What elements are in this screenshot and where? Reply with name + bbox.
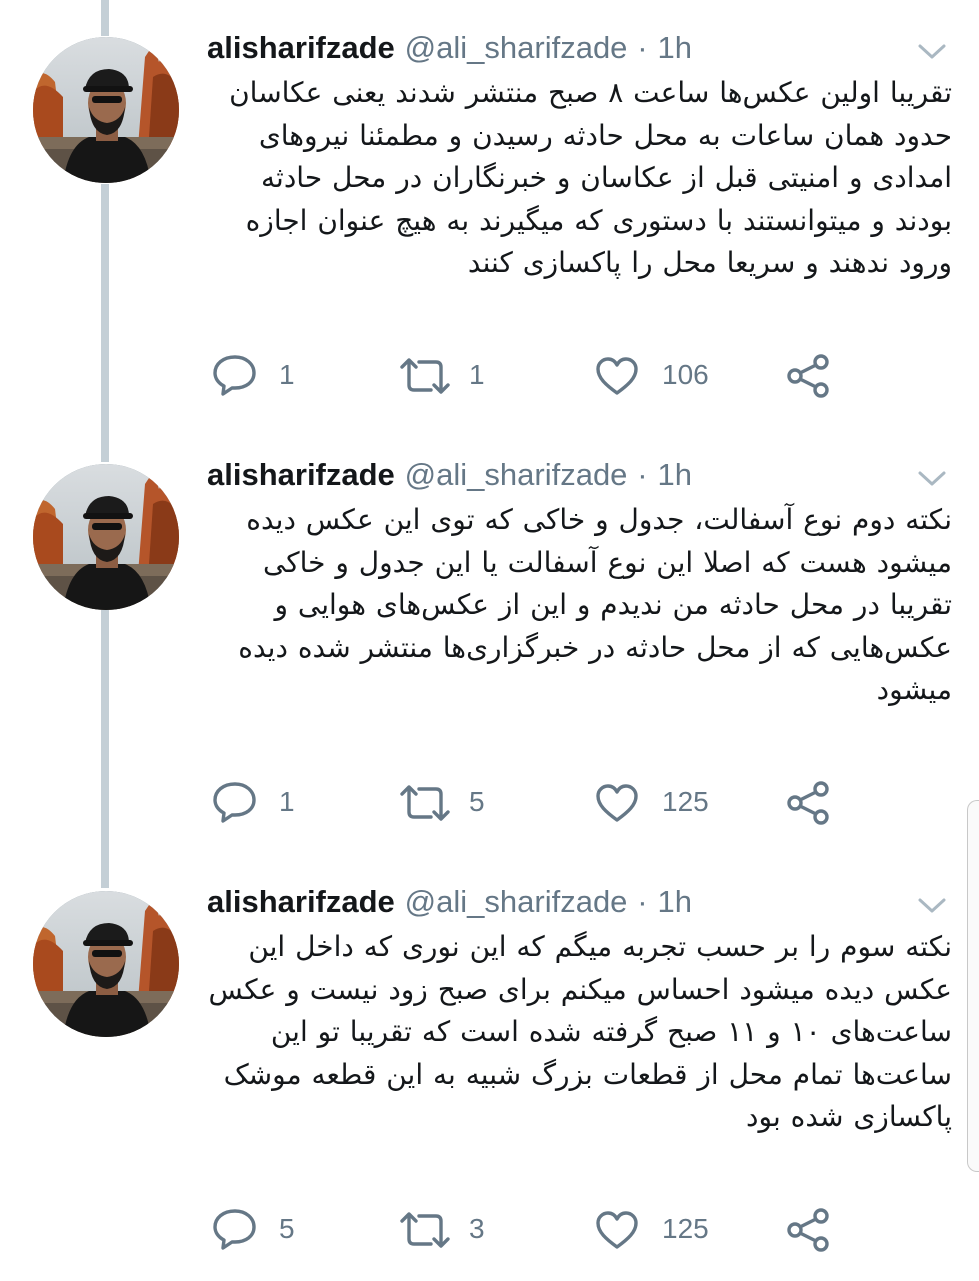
like-count: 125 [662, 786, 709, 817]
user-handle[interactable]: @ali_sharifzade [405, 30, 628, 65]
tweet-text-line: ساعت‌ها تمام محل از قطعات بزرگ شبیه به ا… [223, 1057, 952, 1091]
separator-dot: · [637, 457, 648, 492]
tweet-text-line: بودند و میتوانستند با دستوری که میگیرند … [245, 203, 952, 237]
reply-icon[interactable] [212, 1207, 258, 1255]
share-icon[interactable] [784, 1207, 832, 1257]
tweet-text-line: پاکسازی شده بود [746, 1100, 952, 1133]
retweet-icon[interactable] [398, 782, 452, 828]
tweet-text: نکته دوم نوع آسفالت، جدول و خاکی که توی … [200, 499, 952, 712]
retweet-icon[interactable] [398, 1209, 452, 1255]
tweet-text-line: میشود [876, 673, 952, 706]
tweet-text: تقریبا اولین عکس‌ها ساعت ۸ صبح منتشر شدن… [200, 72, 952, 285]
avatar[interactable] [33, 464, 179, 610]
timestamp[interactable]: 1h [657, 457, 691, 492]
user-handle[interactable]: @ali_sharifzade [405, 457, 628, 492]
reply-icon[interactable] [212, 780, 258, 828]
tweet-text-line: نکته سوم را بر حسب تجربه میگم که این نور… [248, 930, 952, 963]
tweet-text-line: میشود هست که اصلا این نوع آسفالت یا این … [262, 545, 952, 579]
tweet[interactable]: alisharifzade @ali_sharifzade · 1h نکته … [0, 854, 979, 1281]
username[interactable]: alisharifzade [207, 30, 395, 65]
avatar[interactable] [33, 37, 179, 183]
like-count: 106 [662, 359, 709, 390]
tweet-text-line: عکس دیده میشود احساس میکنم برای صبح زود … [208, 972, 952, 1006]
timestamp[interactable]: 1h [657, 30, 691, 65]
tweet-text-line: تقریبا اولین عکس‌ها ساعت ۸ صبح منتشر شدن… [229, 76, 952, 109]
tweet-text-line: تقریبا در محل حادثه من ندیدم و این از عک… [274, 588, 952, 621]
user-handle[interactable]: @ali_sharifzade [405, 884, 628, 919]
separator-dot: · [637, 30, 648, 65]
timestamp[interactable]: 1h [657, 884, 691, 919]
tweet[interactable]: alisharifzade @ali_sharifzade · 1h نکته … [0, 427, 979, 854]
share-icon[interactable] [784, 780, 832, 830]
reply-count: 5 [279, 1213, 295, 1244]
retweet-count: 1 [469, 359, 485, 390]
retweet-icon[interactable] [398, 355, 452, 401]
tweet-text-line: ورود ندهند و سریعا محل را پاکسازی کنند [467, 246, 952, 279]
tweet-actions: 1 1 106 [0, 335, 979, 415]
tweet-text-line: ساعت‌های ۱۰ و ۱۱ صبح گرفته شده است که تق… [270, 1015, 952, 1048]
tweet-text-line: حدود همان ساعات به محل حادثه رسیدن و مطم… [258, 118, 952, 152]
retweet-count: 5 [469, 786, 485, 817]
chevron-down-icon[interactable] [917, 42, 947, 62]
tweet-actions: 5 3 125 [0, 1189, 979, 1269]
heart-icon[interactable] [594, 355, 640, 401]
tweet-text-line: امدادی و امنیتی قبل از عکاسان و خبرنگارا… [261, 161, 952, 194]
chevron-down-icon[interactable] [917, 469, 947, 489]
heart-icon[interactable] [594, 1209, 640, 1255]
tweet-text: نکته سوم را بر حسب تجربه میگم که این نور… [200, 926, 952, 1139]
share-icon[interactable] [784, 353, 832, 403]
chevron-down-icon[interactable] [917, 896, 947, 916]
like-count: 125 [662, 1213, 709, 1244]
username[interactable]: alisharifzade [207, 457, 395, 492]
retweet-count: 3 [469, 1213, 485, 1244]
tweet-header: alisharifzade @ali_sharifzade · 1h [207, 455, 692, 495]
reply-count: 1 [279, 359, 295, 390]
avatar[interactable] [33, 891, 179, 1037]
tweet-header: alisharifzade @ali_sharifzade · 1h [207, 882, 692, 922]
reply-icon[interactable] [212, 353, 258, 401]
tweet-text-line: عکس‌هایی که از محل حادثه در خبرگزاری‌ها … [238, 630, 952, 664]
heart-icon[interactable] [594, 782, 640, 828]
tweet-header: alisharifzade @ali_sharifzade · 1h [207, 28, 692, 68]
tweet-text-line: نکته دوم نوع آسفالت، جدول و خاکی که توی … [246, 503, 952, 536]
scrollbar[interactable] [967, 800, 979, 1172]
username[interactable]: alisharifzade [207, 884, 395, 919]
tweet-actions: 1 5 125 [0, 762, 979, 842]
reply-count: 1 [279, 786, 295, 817]
separator-dot: · [637, 884, 648, 919]
tweet[interactable]: alisharifzade @ali_sharifzade · 1h تقریب… [0, 0, 979, 427]
